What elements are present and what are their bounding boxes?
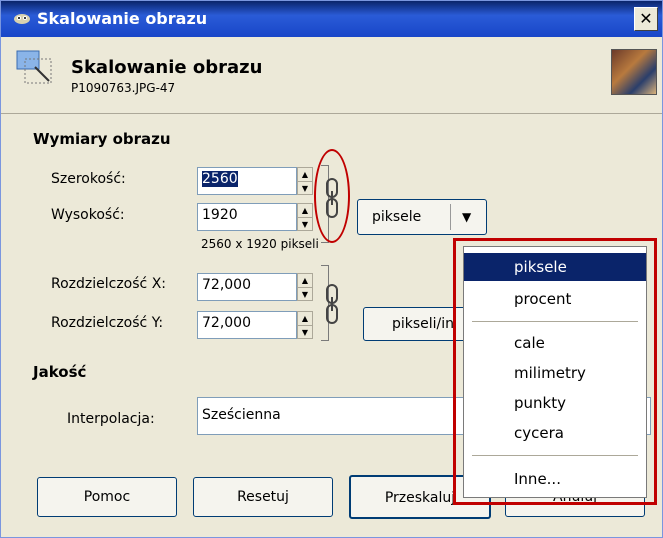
- spin-up-icon: ▲: [298, 274, 312, 288]
- dialog-heading: Skalowanie obrazu: [71, 57, 263, 78]
- resolution-x-value: 72,000: [202, 277, 251, 293]
- unit-value: piksele: [372, 209, 422, 225]
- spin-down-icon: ▼: [301, 220, 309, 229]
- resolution-y-label: Rozdzielczość Y:: [51, 315, 164, 331]
- scale-label: Przeskaluj: [384, 490, 456, 506]
- spin-up-icon: ▲: [298, 204, 312, 218]
- height-input[interactable]: 1920: [197, 203, 297, 231]
- dialog-header: Skalowanie obrazu P1090763.JPG-47: [1, 37, 662, 114]
- spin-up-icon: ▲: [298, 312, 312, 326]
- resolution-y-input[interactable]: 72,000: [197, 311, 297, 339]
- spin-down-icon: ▼: [301, 328, 309, 337]
- reset-button[interactable]: Resetuj: [193, 477, 333, 517]
- help-button[interactable]: Pomoc: [37, 477, 177, 517]
- reset-label: Resetuj: [237, 489, 289, 505]
- scale-image-dialog: Skalowanie obrazu ✕ Skalowanie obrazu P1…: [0, 0, 663, 538]
- close-button[interactable]: ✕: [634, 7, 658, 31]
- highlight-oval: [314, 149, 350, 243]
- gimp-icon: [14, 14, 30, 24]
- spin-down-icon: ▼: [301, 290, 309, 299]
- help-label: Pomoc: [83, 489, 131, 505]
- resolution-x-spinner[interactable]: ▲ ▼: [297, 273, 313, 301]
- window-title: Skalowanie obrazu: [37, 9, 208, 28]
- resolution-y-spinner[interactable]: ▲ ▼: [297, 311, 313, 339]
- image-thumbnail: [611, 49, 657, 95]
- interpolation-value: Sześcienna: [202, 407, 281, 423]
- height-spinner[interactable]: ▲ ▼: [297, 203, 313, 231]
- size-info: 2560 x 1920 pikseli: [201, 237, 319, 251]
- width-value: 2560: [202, 171, 238, 187]
- width-spinner[interactable]: ▲ ▼: [297, 167, 313, 195]
- scale-icon: [16, 50, 52, 84]
- resolution-x-input[interactable]: 72,000: [197, 273, 297, 301]
- spin-up-icon: ▲: [298, 168, 312, 182]
- image-name: P1090763.JPG-47: [71, 81, 176, 95]
- unit-dropdown[interactable]: piksele ▼: [357, 199, 487, 235]
- height-value: 1920: [202, 207, 238, 223]
- image-size-heading: Wymiary obrazu: [33, 130, 171, 148]
- title-bar: Skalowanie obrazu ✕: [1, 1, 662, 37]
- interpolation-label: Interpolacja:: [67, 411, 155, 427]
- width-input[interactable]: 2560: [197, 167, 297, 195]
- resolution-y-value: 72,000: [202, 315, 251, 331]
- close-icon: ✕: [639, 9, 653, 28]
- resolution-chain-icon[interactable]: [321, 283, 343, 327]
- width-label: Szerokość:: [51, 171, 126, 187]
- highlight-rectangle: [453, 238, 657, 505]
- resolution-unit: pikseli/in: [391, 316, 455, 332]
- resolution-x-label: Rozdzielczość X:: [51, 276, 167, 292]
- quality-heading: Jakość: [33, 363, 87, 381]
- spin-down-icon: ▼: [301, 184, 309, 193]
- chevron-down-icon: ▼: [462, 210, 472, 224]
- height-label: Wysokość:: [51, 207, 125, 223]
